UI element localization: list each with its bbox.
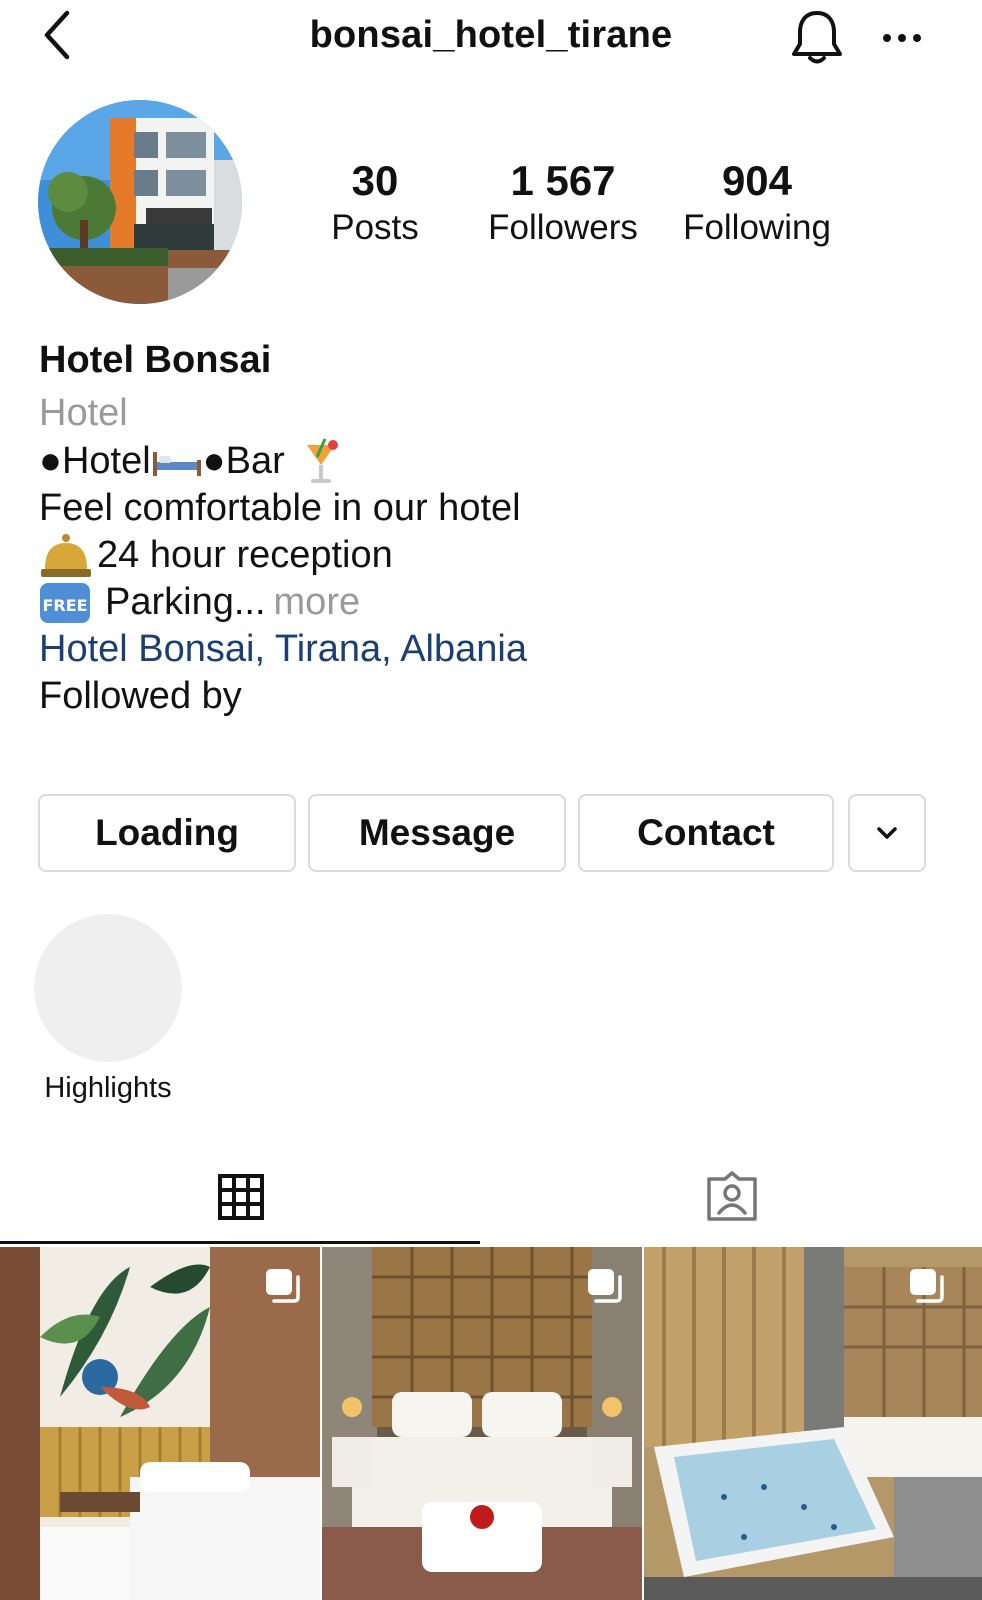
post-thumbnail[interactable] bbox=[0, 1247, 320, 1600]
profile-location-link[interactable]: Hotel Bonsai, Tirana, Albania bbox=[39, 626, 939, 673]
story-highlight-circle[interactable] bbox=[34, 914, 182, 1062]
bell-icon bbox=[792, 11, 842, 64]
contact-button[interactable]: Contact bbox=[578, 794, 834, 872]
following-count-label: Following bbox=[683, 208, 831, 247]
profile-display-name: Hotel Bonsai bbox=[39, 339, 272, 381]
followers-count-value: 1 567 bbox=[510, 157, 616, 204]
posts-count-value: 30 bbox=[351, 157, 399, 204]
profile-category: Hotel bbox=[39, 392, 128, 434]
more-options-button[interactable] bbox=[878, 18, 926, 58]
multiple-photos-icon bbox=[910, 1269, 944, 1303]
notifications-button[interactable] bbox=[788, 6, 846, 68]
followers-count-label: Followers bbox=[488, 208, 638, 247]
tab-tagged[interactable] bbox=[482, 1150, 982, 1244]
following-count-value: 904 bbox=[721, 157, 793, 204]
active-tab-indicator bbox=[0, 1241, 480, 1244]
more-horizontal-icon bbox=[883, 34, 921, 42]
bio-parking-text: Parking... bbox=[105, 581, 266, 623]
posts-count[interactable]: 30 Posts bbox=[310, 156, 440, 250]
bellhop-bell-icon bbox=[41, 533, 91, 577]
suggested-dropdown-button[interactable] bbox=[848, 794, 926, 872]
message-button[interactable]: Message bbox=[308, 794, 566, 872]
tab-posts-grid[interactable] bbox=[0, 1150, 482, 1244]
follow-loading-button[interactable]: Loading bbox=[38, 794, 296, 872]
bed-icon bbox=[152, 452, 201, 476]
bio-reception-text: 24 hour reception bbox=[97, 534, 393, 576]
post-thumbnail[interactable] bbox=[644, 1247, 982, 1600]
multiple-photos-icon bbox=[266, 1269, 300, 1303]
svg-text:FREE: FREE bbox=[42, 596, 87, 615]
followers-count[interactable]: 1 567 Followers bbox=[478, 156, 648, 250]
bio-bar-text: ●Bar bbox=[202, 439, 285, 482]
bio-line-1: ●Hotel ●Bar bbox=[39, 437, 939, 485]
bio-line-2: Feel comfortable in our hotel bbox=[39, 487, 521, 529]
multiple-photos-icon bbox=[588, 1269, 622, 1303]
post-thumbnail[interactable] bbox=[322, 1247, 642, 1600]
bio-line-3: 24 hour reception bbox=[39, 532, 939, 579]
profile-bio: Hotel Bonsai Hotel ●Hotel ●Bar Feel comf… bbox=[39, 340, 939, 720]
bio-line-4: FREE Parking... more bbox=[39, 579, 939, 626]
bio-hotel-text: ●Hotel bbox=[39, 439, 151, 482]
following-count[interactable]: 904 Following bbox=[672, 156, 842, 250]
tagged-person-icon bbox=[707, 1171, 757, 1221]
profile-avatar[interactable] bbox=[38, 100, 242, 304]
followed-by-text[interactable]: Followed by bbox=[39, 673, 939, 720]
chevron-down-icon bbox=[877, 827, 897, 839]
bio-more-link[interactable]: more bbox=[274, 579, 361, 626]
cocktail-icon bbox=[306, 438, 338, 483]
posts-count-label: Posts bbox=[331, 208, 419, 247]
free-badge-icon: FREE bbox=[40, 582, 90, 623]
story-highlight-label: Highlights bbox=[44, 1072, 172, 1104]
grid-icon bbox=[218, 1174, 264, 1220]
top-bar: bonsai_hotel_tirane bbox=[0, 0, 982, 80]
